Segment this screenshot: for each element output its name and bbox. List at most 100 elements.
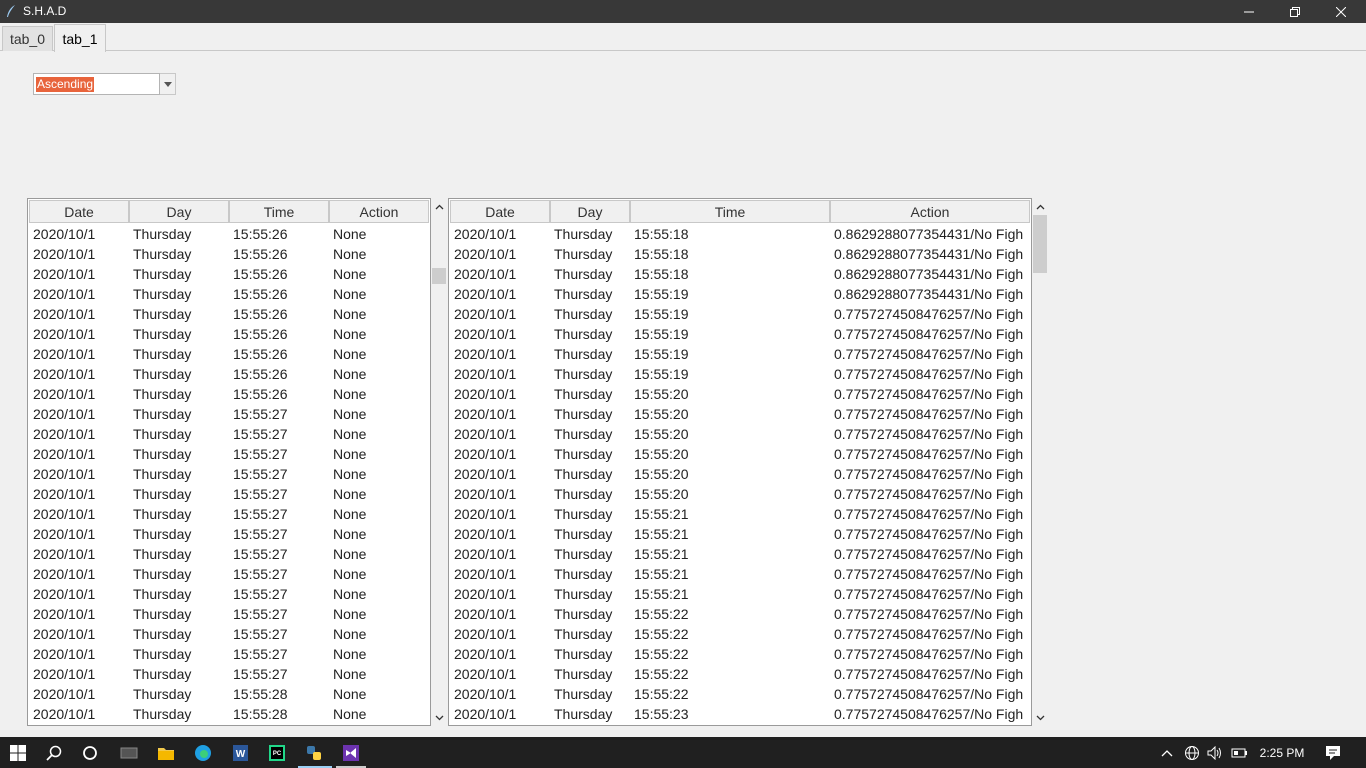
table-row[interactable]: 2020/10/1 Thursday 15:55:26 None (28, 224, 430, 244)
table-row[interactable]: 2020/10/1 Thursday 15:55:22 0.7757274508476… (449, 604, 1031, 624)
table-row[interactable]: 2020/10/1 Thursday 15:55:20 0.7757274508476… (449, 484, 1031, 504)
volume-icon[interactable] (1205, 737, 1225, 768)
table-row[interactable]: 2020/10/1 Thursday 15:55:26 None (28, 324, 430, 344)
table-row[interactable]: 2020/10/1 Thursday 15:55:27 None (28, 464, 430, 484)
table-row[interactable]: 2020/10/1 Thursday 15:55:23 0.7757274508476… (449, 704, 1031, 724)
table-row[interactable]: 2020/10/1 Thursday 15:55:28 None (28, 704, 430, 724)
cell-date: 2020/10/1 (454, 406, 517, 422)
battery-icon[interactable] (1229, 737, 1249, 768)
table-row[interactable]: 2020/10/1 Thursday 15:55:18 0.8629288077354… (449, 244, 1031, 264)
column-header-action[interactable]: Action (329, 200, 429, 223)
table-row[interactable]: 2020/10/1 Thursday 15:55:21 0.7757274508476… (449, 504, 1031, 524)
dropdown-arrow-icon[interactable] (160, 73, 176, 95)
table-row[interactable]: 2020/10/1 Thursday 15:55:27 None (28, 604, 430, 624)
table-row[interactable]: 2020/10/1 Thursday 15:55:19 0.8629288077354… (449, 284, 1031, 304)
table-row[interactable]: 2020/10/1 Thursday 15:55:26 None (28, 304, 430, 324)
table-row[interactable]: 2020/10/1 Thursday 15:55:26 None (28, 284, 430, 304)
table-row[interactable]: 2020/10/1 Thursday 15:55:27 None (28, 444, 430, 464)
minimize-button[interactable] (1226, 0, 1272, 23)
restore-button[interactable] (1272, 0, 1318, 23)
table-row[interactable]: 2020/10/1 Thursday 15:55:22 0.7757274508476… (449, 644, 1031, 664)
column-header-date[interactable]: Date (29, 200, 129, 223)
right-table-scrollbar[interactable] (1032, 198, 1049, 726)
scroll-up-icon[interactable] (1032, 198, 1049, 215)
table-row[interactable]: 2020/10/1 Thursday 15:55:18 0.8629288077354… (449, 264, 1031, 284)
table-row[interactable]: 2020/10/1 Thursday 15:55:26 None (28, 244, 430, 264)
cell-day: Thursday (133, 706, 192, 722)
tab-tab-0[interactable]: tab_0 (2, 26, 53, 51)
scroll-down-icon[interactable] (1032, 709, 1049, 726)
table-row[interactable]: 2020/10/1 Thursday 15:55:27 None (28, 644, 430, 664)
cell-day: Thursday (554, 526, 613, 542)
scrollbar-thumb[interactable] (432, 268, 446, 284)
table-row[interactable]: 2020/10/1 Thursday 15:55:27 None (28, 584, 430, 604)
table-row[interactable]: 2020/10/1 Thursday 15:55:20 0.7757274508476… (449, 464, 1031, 484)
table-row[interactable]: 2020/10/1 Thursday 15:55:19 0.7757274508476… (449, 364, 1031, 384)
network-icon[interactable] (1182, 737, 1202, 768)
table-row[interactable]: 2020/10/1 Thursday 15:55:27 None (28, 664, 430, 684)
cell-date: 2020/10/1 (454, 626, 517, 642)
table-row[interactable]: 2020/10/1 Thursday 15:55:22 0.7757274508476… (449, 664, 1031, 684)
left-table-scrollbar[interactable] (431, 198, 448, 726)
table-row[interactable]: 2020/10/1 Thursday 15:55:20 0.7757274508476… (449, 444, 1031, 464)
cell-day: Thursday (554, 686, 613, 702)
table-row[interactable]: 2020/10/1 Thursday 15:55:27 None (28, 424, 430, 444)
column-header-action[interactable]: Action (830, 200, 1030, 223)
table-row[interactable]: 2020/10/1 Thursday 15:55:21 0.7757274508476… (449, 544, 1031, 564)
notifications-icon[interactable] (1320, 737, 1346, 768)
table-row[interactable]: 2020/10/1 Thursday 15:55:19 0.7757274508476… (449, 304, 1031, 324)
cell-day: Thursday (554, 546, 613, 562)
table-row[interactable]: 2020/10/1 Thursday 15:55:26 None (28, 264, 430, 284)
sort-order-field[interactable]: Ascending (33, 73, 160, 95)
column-header-date[interactable]: Date (450, 200, 550, 223)
table-row[interactable]: 2020/10/1 Thursday 15:55:21 0.7757274508476… (449, 584, 1031, 604)
table-row[interactable]: 2020/10/1 Thursday 15:55:19 0.7757274508476… (449, 324, 1031, 344)
table-row[interactable]: 2020/10/1 Thursday 15:55:27 None (28, 484, 430, 504)
sort-order-combobox[interactable]: Ascending (33, 73, 176, 95)
cell-day: Thursday (133, 426, 192, 442)
scroll-down-icon[interactable] (431, 709, 448, 726)
file-explorer-icon[interactable] (154, 741, 178, 765)
table-row[interactable]: 2020/10/1 Thursday 15:55:19 0.7757274508476… (449, 344, 1031, 364)
table-row[interactable]: 2020/10/1 Thursday 15:55:27 None (28, 624, 430, 644)
column-header-time[interactable]: Time (630, 200, 830, 223)
python-icon[interactable] (302, 741, 326, 765)
table-row[interactable]: 2020/10/1 Thursday 15:55:22 0.7757274508476… (449, 624, 1031, 644)
table-row[interactable]: 2020/10/1 Thursday 15:55:26 None (28, 344, 430, 364)
cell-day: Thursday (133, 266, 192, 282)
task-view-icon[interactable] (117, 741, 141, 765)
table-row[interactable]: 2020/10/1 Thursday 15:55:21 0.7757274508476… (449, 564, 1031, 584)
table-row[interactable]: 2020/10/1 Thursday 15:55:20 0.7757274508476… (449, 384, 1031, 404)
table-row[interactable]: 2020/10/1 Thursday 15:55:26 None (28, 364, 430, 384)
table-row[interactable]: 2020/10/1 Thursday 15:55:26 None (28, 384, 430, 404)
right-table-body: 2020/10/1 Thursday 15:55:18 0.8629288077354… (449, 224, 1031, 724)
windows-start-icon[interactable] (6, 741, 30, 765)
clock[interactable]: 2:25 PM (1255, 737, 1309, 768)
visual-studio-icon[interactable] (339, 741, 363, 765)
table-row[interactable]: 2020/10/1 Thursday 15:55:20 0.7757274508476… (449, 404, 1031, 424)
table-row[interactable]: 2020/10/1 Thursday 15:55:27 None (28, 504, 430, 524)
table-row[interactable]: 2020/10/1 Thursday 15:55:27 None (28, 564, 430, 584)
table-row[interactable]: 2020/10/1 Thursday 15:55:27 None (28, 544, 430, 564)
table-row[interactable]: 2020/10/1 Thursday 15:55:27 None (28, 524, 430, 544)
column-header-day[interactable]: Day (129, 200, 229, 223)
tab-tab-1[interactable]: tab_1 (54, 24, 106, 52)
scroll-up-icon[interactable] (431, 198, 448, 215)
table-row[interactable]: 2020/10/1 Thursday 15:55:28 None (28, 684, 430, 704)
table-row[interactable]: 2020/10/1 Thursday 15:55:22 0.7757274508476… (449, 684, 1031, 704)
cortana-icon[interactable] (78, 741, 102, 765)
scrollbar-thumb[interactable] (1033, 215, 1047, 273)
edge-icon[interactable] (191, 741, 215, 765)
table-row[interactable]: 2020/10/1 Thursday 15:55:21 0.7757274508476… (449, 524, 1031, 544)
column-header-day[interactable]: Day (550, 200, 630, 223)
search-icon[interactable] (42, 741, 66, 765)
word-icon[interactable]: W (228, 741, 252, 765)
table-row[interactable]: 2020/10/1 Thursday 15:55:27 None (28, 404, 430, 424)
column-header-time[interactable]: Time (229, 200, 329, 223)
chevron-up-icon[interactable] (1158, 737, 1176, 768)
table-row[interactable]: 2020/10/1 Thursday 15:55:18 0.8629288077354… (449, 224, 1031, 244)
cell-time: 15:55:27 (233, 406, 288, 422)
table-row[interactable]: 2020/10/1 Thursday 15:55:20 0.7757274508476… (449, 424, 1031, 444)
close-button[interactable] (1318, 0, 1364, 23)
pycharm-icon[interactable]: PC (265, 741, 289, 765)
